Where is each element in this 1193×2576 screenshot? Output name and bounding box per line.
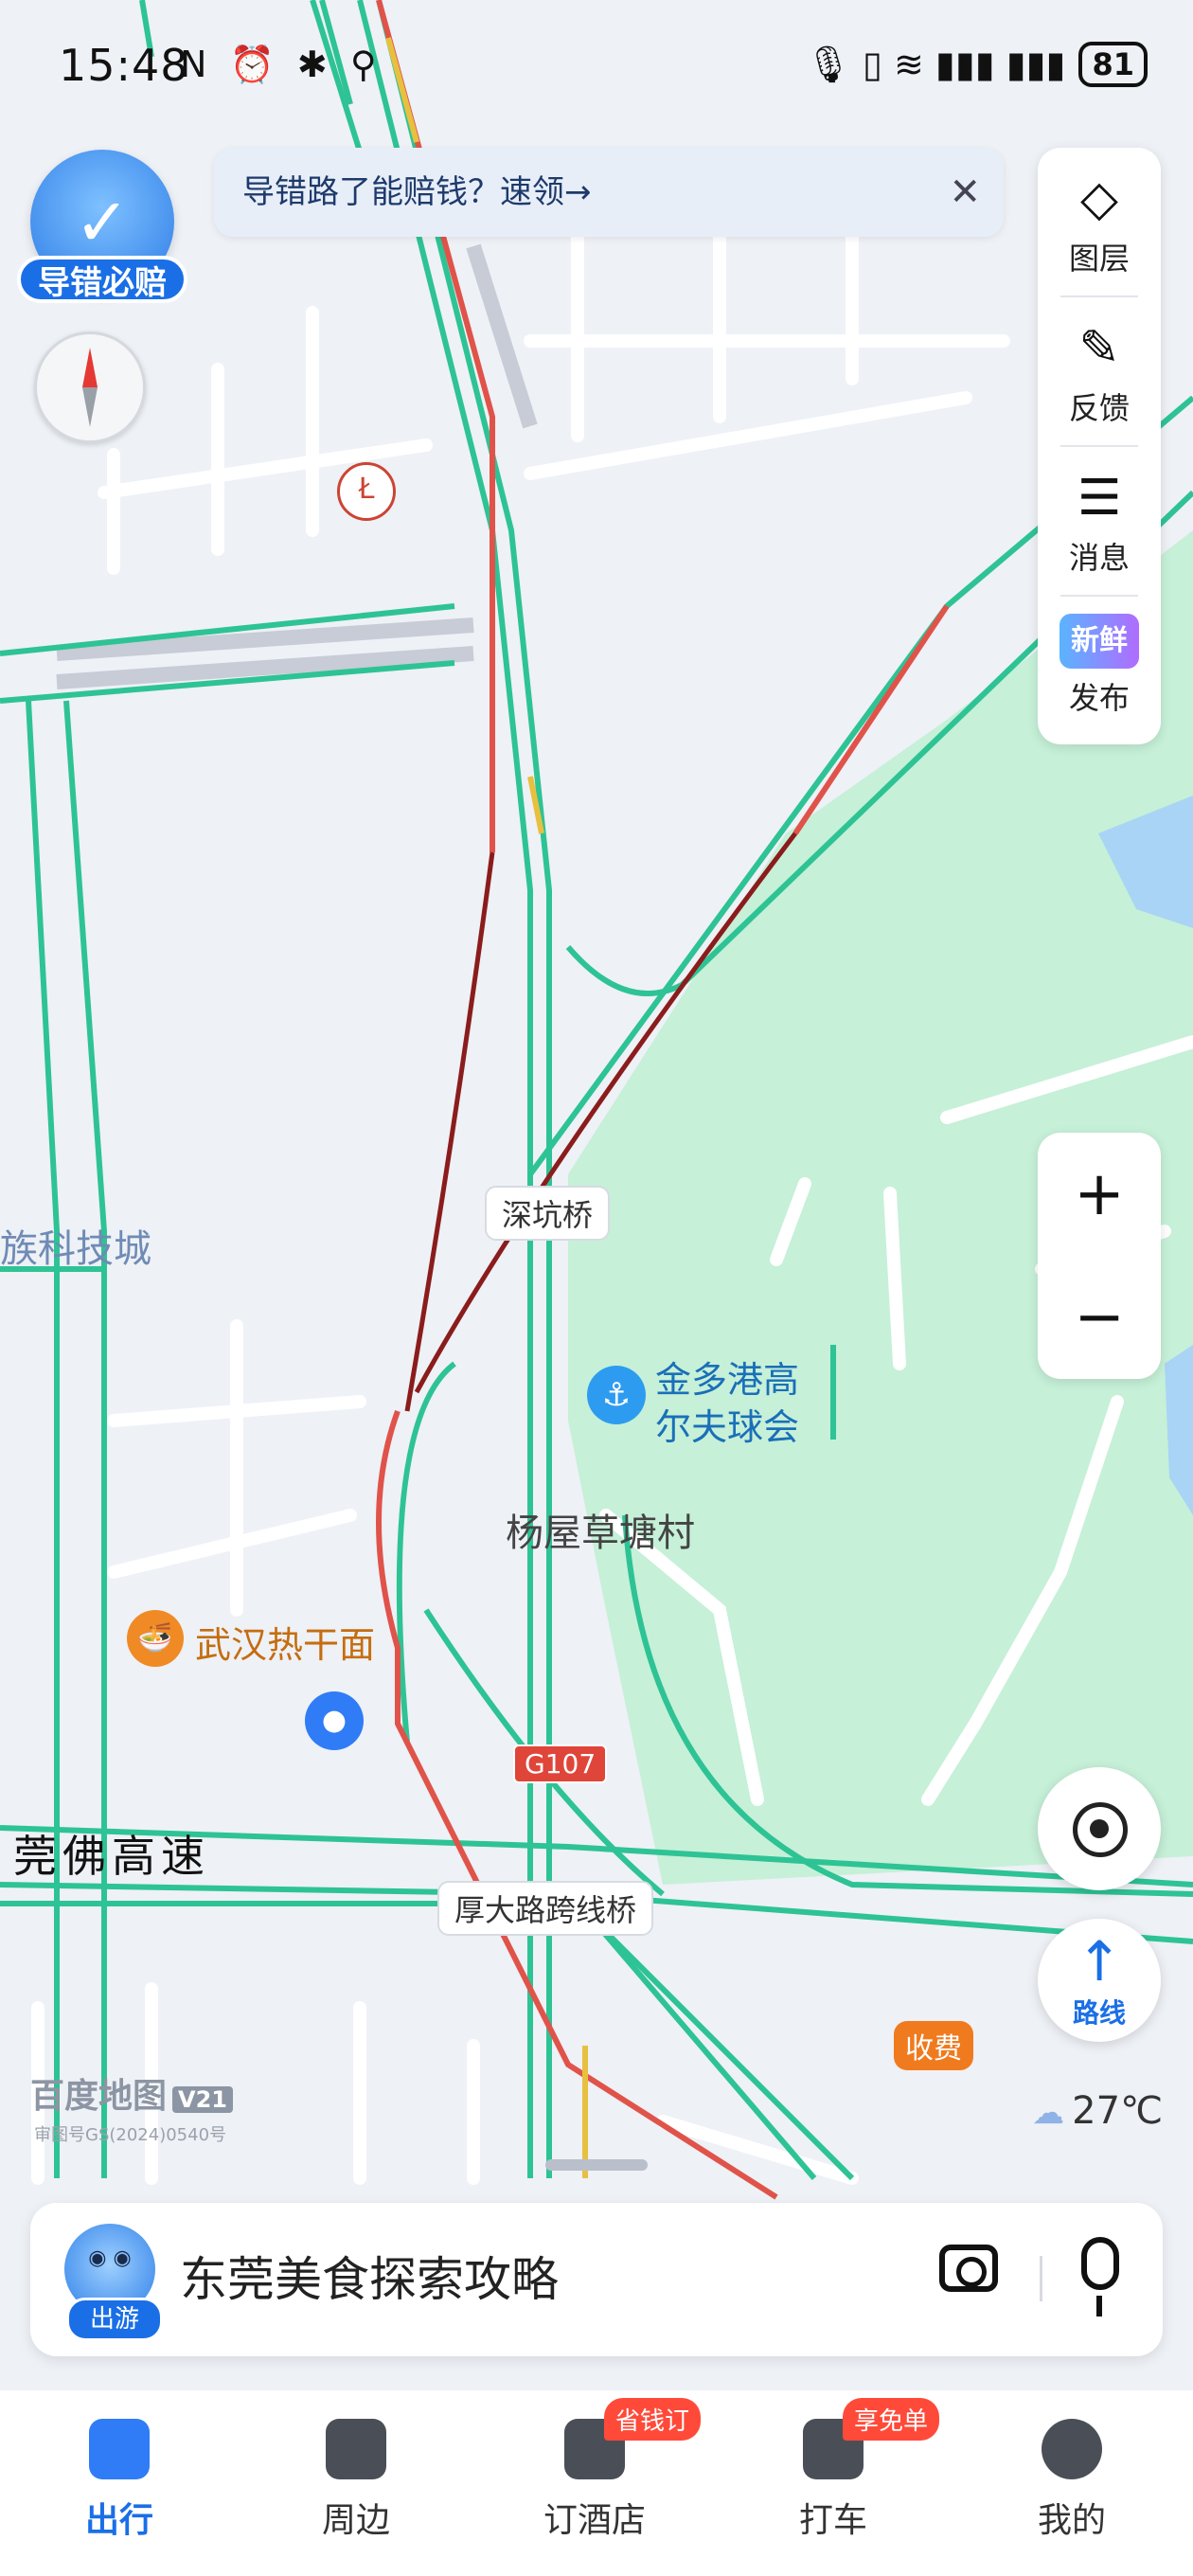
tab-hotel[interactable]: 省钱订 订酒店 bbox=[509, 2398, 702, 2551]
status-right-group: 🎙 ▯ ≋ ▮▮▮ ▮▮▮ 81 bbox=[806, 42, 1148, 87]
zoom-controls: + − bbox=[1038, 1133, 1161, 1379]
profile-avatar-icon bbox=[1042, 2419, 1102, 2479]
search-bar[interactable]: 出游 东莞美食探索攻略 bbox=[30, 2203, 1163, 2356]
tab-travel[interactable]: 出行 bbox=[34, 2419, 205, 2551]
promo-banner[interactable]: 导错路了能赔钱？速领→ ✕ bbox=[214, 148, 1004, 237]
map-label-tech-city[interactable]: 族科技城 bbox=[0, 1218, 151, 1273]
tab-label: 出行 bbox=[84, 2501, 153, 2540]
tab-me[interactable]: 我的 bbox=[987, 2419, 1157, 2551]
status-signal-icons: 🎙 ▯ ≋ ▮▮▮ ▮▮▮ bbox=[805, 43, 1066, 85]
message-icon: ☰ bbox=[1077, 470, 1122, 527]
guarantee-label: 导错必赔 bbox=[17, 256, 187, 303]
promo-text[interactable]: 导错路了能赔钱？速领→ bbox=[242, 148, 592, 237]
map-label-shenkeng-bridge[interactable]: 深坑桥 bbox=[485, 1186, 611, 1241]
map-permit-number: 审图号GS(2024)0540号 bbox=[34, 2125, 227, 2145]
tab-nearby[interactable]: 周边 bbox=[271, 2419, 441, 2551]
promo-badge: 享免单 bbox=[843, 2398, 940, 2441]
compass-icon[interactable] bbox=[34, 331, 146, 443]
tab-taxi[interactable]: 享免单 打车 bbox=[748, 2398, 940, 2551]
status-time: 15:48 bbox=[59, 40, 189, 91]
tab-label: 周边 bbox=[321, 2501, 390, 2540]
feedback-button[interactable]: ✎ 反馈 bbox=[1038, 297, 1161, 439]
status-bar: 15:48 N ⏰ ✱ ⚲ 🎙 ▯ ≋ ▮▮▮ ▮▮▮ 81 bbox=[0, 0, 1193, 133]
weather-widget[interactable]: ☁ 27℃ bbox=[1032, 2089, 1163, 2133]
feedback-label: 反馈 bbox=[1068, 390, 1130, 426]
microphone-icon[interactable] bbox=[1081, 2237, 1119, 2317]
brand-logo: 百度地图 V21 bbox=[30, 2068, 233, 2118]
map-label-expressway[interactable]: 莞佛高速 bbox=[13, 1822, 210, 1885]
restaurant-poi-icon[interactable]: 🍜 bbox=[127, 1610, 184, 1667]
nearby-bag-icon bbox=[326, 2419, 386, 2479]
map-label-houda-bridge[interactable]: 厚大路跨线桥 bbox=[437, 1881, 654, 1936]
zoom-out-button[interactable]: − bbox=[1038, 1256, 1161, 1379]
feedback-edit-icon: ✎ bbox=[1078, 320, 1120, 377]
locate-me-button[interactable] bbox=[1038, 1767, 1161, 1890]
map-label-restaurant[interactable]: 武汉热干面 bbox=[195, 1616, 375, 1668]
tab-label: 订酒店 bbox=[543, 2501, 646, 2540]
layers-button[interactable]: ◇ 图层 bbox=[1038, 148, 1161, 290]
camera-icon[interactable] bbox=[939, 2245, 998, 2292]
map-canvas[interactable] bbox=[0, 0, 1193, 2576]
travel-tag: 出游 bbox=[66, 2298, 163, 2341]
bottom-tab-bar: 出行 周边 省钱订 订酒店 享免单 打车 我的 bbox=[0, 2390, 1193, 2576]
map-label-golf-club-2[interactable]: 尔夫球会 bbox=[655, 1398, 799, 1450]
tab-label: 打车 bbox=[798, 2501, 867, 2540]
travel-icon bbox=[89, 2419, 150, 2479]
location-pin-icon[interactable]: ● bbox=[305, 1691, 364, 1750]
divider bbox=[1040, 2256, 1042, 2301]
status-left-icons: N ⏰ ✱ ⚲ bbox=[180, 44, 383, 85]
highway-shield-g107[interactable]: G107 bbox=[513, 1744, 608, 1783]
metro-station-icon[interactable]: Ł bbox=[337, 462, 396, 521]
weather-temp: 27℃ bbox=[1072, 2089, 1163, 2133]
route-button[interactable]: ↑ 路线 bbox=[1038, 1919, 1161, 2042]
layers-icon: ◇ bbox=[1080, 170, 1118, 227]
toll-badge[interactable]: 收费 bbox=[894, 2021, 973, 2070]
route-arrow-icon: ↑ bbox=[1076, 1929, 1123, 1994]
message-button[interactable]: ☰ 消息 bbox=[1038, 447, 1161, 589]
message-label: 消息 bbox=[1068, 540, 1130, 576]
search-input[interactable]: 东莞美食探索攻略 bbox=[180, 2203, 559, 2356]
route-label: 路线 bbox=[1072, 1997, 1126, 2029]
promo-badge: 省钱订 bbox=[604, 2398, 702, 2441]
drag-handle[interactable] bbox=[545, 2159, 648, 2171]
new-thing-icon: 新鲜事 bbox=[1059, 614, 1139, 712]
map-tools-panel: ◇ 图层 ✎ 反馈 ☰ 消息 新鲜事 发布 bbox=[1038, 148, 1161, 744]
tab-label: 我的 bbox=[1037, 2501, 1106, 2540]
layers-label: 图层 bbox=[1068, 241, 1130, 277]
publish-label: 发布 bbox=[1068, 680, 1130, 716]
guarantee-badge[interactable]: 导错必赔 bbox=[17, 150, 187, 311]
battery-icon: 81 bbox=[1078, 42, 1148, 87]
map-label-village[interactable]: 杨屋草塘村 bbox=[506, 1502, 695, 1557]
cloud-icon: ☁ bbox=[1032, 2094, 1065, 2132]
close-icon[interactable]: ✕ bbox=[949, 148, 981, 237]
zoom-in-button[interactable]: + bbox=[1038, 1133, 1161, 1256]
publish-button[interactable]: 新鲜事 发布 bbox=[1038, 595, 1161, 737]
brand-version: V21 bbox=[172, 2086, 233, 2113]
golf-poi-icon[interactable]: ⚓ bbox=[587, 1366, 646, 1424]
map-label-golf-club-1[interactable]: 金多港高 bbox=[655, 1351, 799, 1403]
